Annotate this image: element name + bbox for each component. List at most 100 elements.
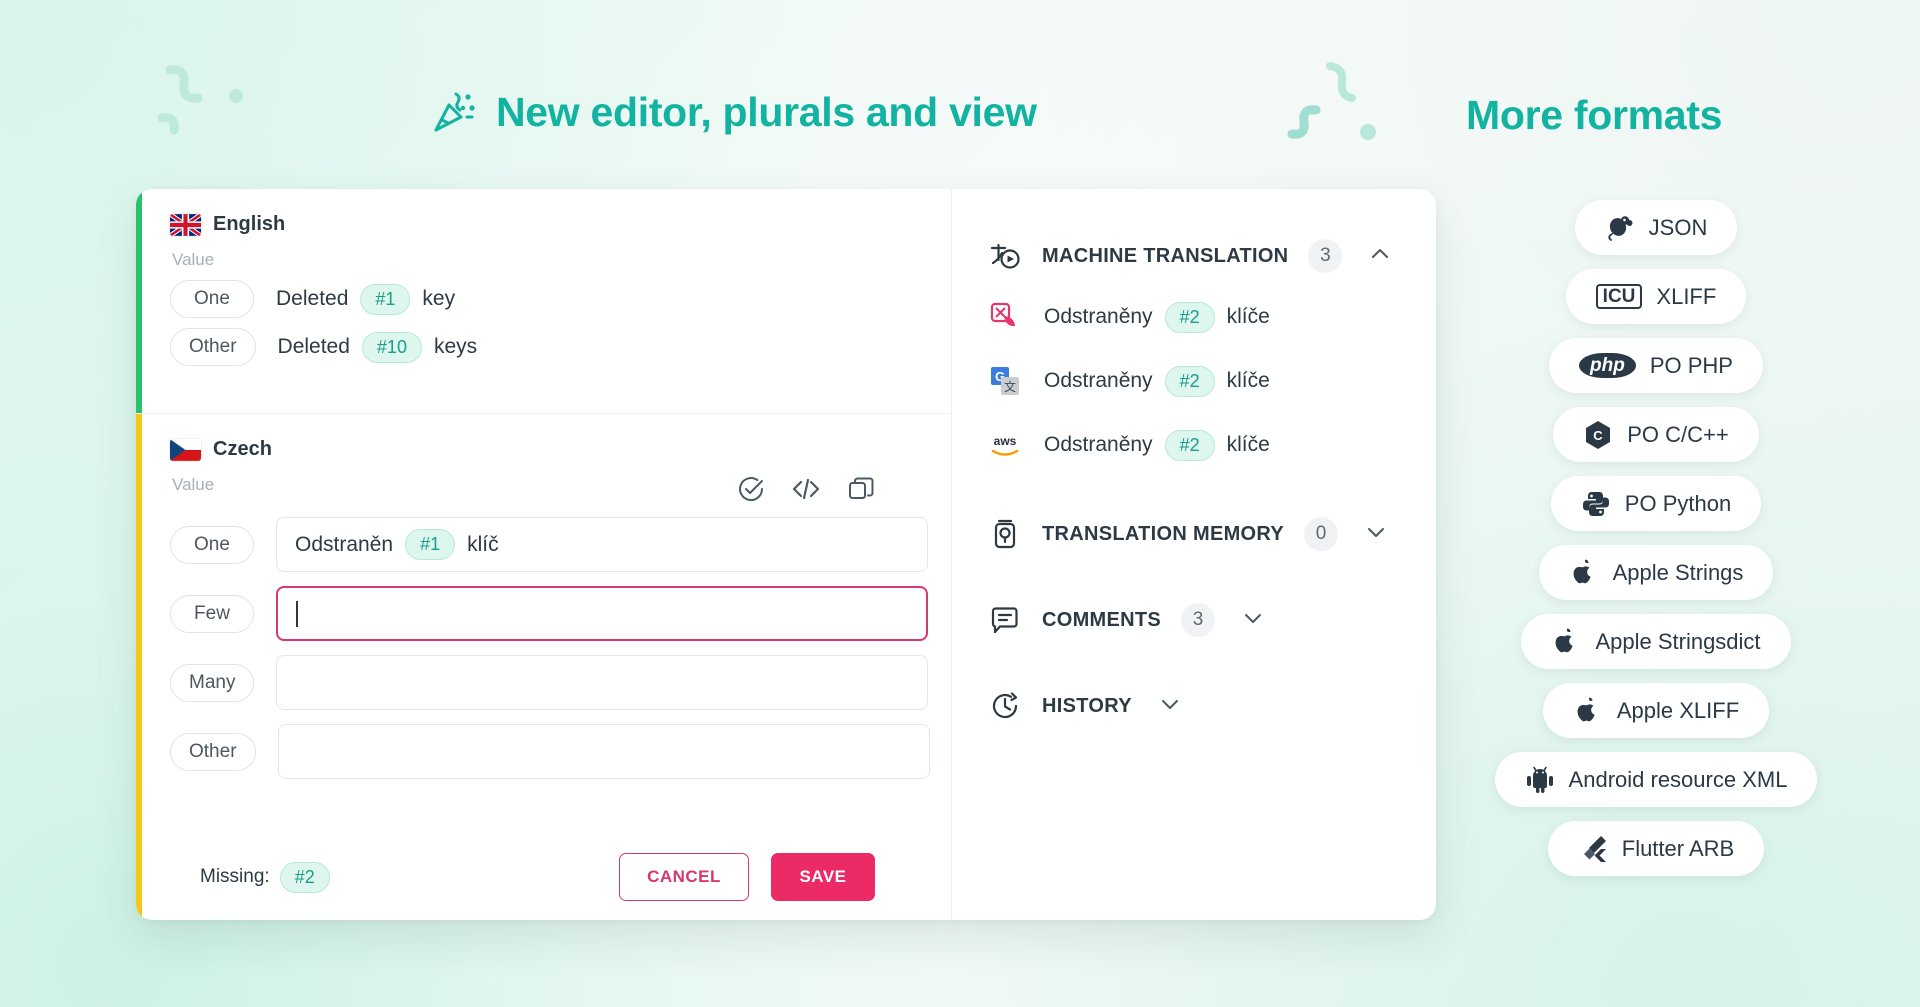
chevron-up-icon[interactable] [1368, 242, 1392, 271]
format-chip-po-php[interactable]: php PO PHP [1549, 338, 1763, 393]
apple-icon [1573, 696, 1603, 726]
translation-editor-card: English Value One Deleted #1 key Other D… [136, 189, 1436, 920]
missing-status: Missing: #2 [200, 862, 330, 893]
mt-prefix: Odstraněny [1044, 433, 1153, 457]
svg-text:C: C [1594, 428, 1604, 443]
copy-icon[interactable] [847, 475, 875, 503]
section-machine-translation[interactable]: MACHINE TRANSLATION 3 [952, 227, 1436, 285]
python-icon [1581, 489, 1611, 519]
section-translation-memory[interactable]: TRANSLATION MEMORY 0 [952, 505, 1436, 563]
spacer [952, 649, 1436, 677]
source-text-prefix: Deleted [276, 287, 348, 311]
spacer [952, 477, 1436, 505]
translation-input[interactable] [276, 655, 928, 710]
input-text-suffix: klíč [467, 533, 499, 557]
target-field-row-many: Many [170, 655, 951, 710]
source-text-suffix: key [422, 287, 455, 311]
code-brackets-icon[interactable] [791, 475, 821, 503]
mt-prefix: Odstraněny [1044, 305, 1153, 329]
save-button[interactable]: SAVE [771, 853, 875, 901]
source-plural-text: Deleted #10 keys [278, 332, 478, 363]
target-field-row-few: Few [170, 586, 951, 641]
cancel-button[interactable]: CANCEL [619, 853, 749, 901]
target-language-header: Czech [170, 438, 951, 461]
source-text-prefix: Deleted [278, 335, 350, 359]
svg-text:文: 文 [1004, 379, 1016, 394]
chevron-down-icon[interactable] [1364, 520, 1388, 549]
source-language-header: English [170, 213, 951, 236]
placeholder-token: #2 [1165, 430, 1215, 461]
party-popper-icon [430, 88, 478, 136]
target-status-bar [136, 414, 142, 920]
format-chip-apple-xliff[interactable]: Apple XLIFF [1543, 683, 1769, 738]
confetti-decor-mid [1258, 48, 1418, 178]
check-circle-icon[interactable] [737, 475, 765, 503]
c-language-icon: C [1583, 420, 1613, 450]
format-label: JSON [1649, 215, 1708, 241]
section-count-badge: 3 [1181, 603, 1215, 637]
php-badge-icon: php [1579, 353, 1636, 378]
history-clock-icon [988, 689, 1022, 723]
format-chip-po-python[interactable]: PO Python [1551, 476, 1761, 531]
format-chip-icu-xliff[interactable]: ICU XLIFF [1566, 269, 1747, 324]
format-label: Flutter ARB [1622, 836, 1734, 862]
machine-translation-item[interactable]: aws Odstraněny #2 klíče [952, 413, 1436, 477]
format-chip-apple-strings[interactable]: Apple Strings [1539, 545, 1774, 600]
editor-footer: Missing: #2 CANCEL SAVE [170, 834, 951, 920]
machine-translation-text: Odstraněny #2 klíče [1044, 302, 1270, 333]
headline-left: New editor, plurals and view [430, 88, 1037, 136]
target-language-name: Czech [213, 438, 272, 461]
machine-translation-text: Odstraněny #2 klíče [1044, 366, 1270, 397]
format-label: Apple Strings [1613, 560, 1744, 586]
confetti-decor-left [140, 40, 300, 160]
target-field-row-other: Other [170, 724, 951, 779]
section-title: TRANSLATION MEMORY [1042, 523, 1284, 546]
source-plural-row-other: Other Deleted #10 keys [170, 328, 951, 366]
aws-icon: aws [988, 428, 1022, 462]
missing-count-badge: #2 [280, 862, 330, 893]
translation-memory-icon [988, 517, 1022, 551]
flutter-icon [1578, 834, 1608, 864]
translation-input[interactable]: Odstraněn #1 klíč [276, 517, 928, 572]
translation-input-focused[interactable] [276, 586, 928, 641]
format-label: Apple Stringsdict [1595, 629, 1760, 655]
comment-icon [988, 603, 1022, 637]
input-text-prefix: Odstraněn [295, 533, 393, 557]
headline-right: More formats [1466, 92, 1722, 139]
plural-form-chip: One [170, 526, 254, 564]
chevron-down-icon[interactable] [1241, 606, 1265, 635]
section-comments[interactable]: COMMENTS 3 [952, 591, 1436, 649]
placeholder-token: #2 [1165, 366, 1215, 397]
formats-list: JSON ICU XLIFF php PO PHP C PO C/C++ [1456, 200, 1856, 876]
mt-suffix: klíče [1227, 305, 1270, 329]
source-language-block: English Value One Deleted #1 key Other D… [136, 189, 951, 414]
spacer [952, 563, 1436, 591]
machine-translation-icon [988, 239, 1022, 273]
format-chip-json[interactable]: JSON [1575, 200, 1738, 255]
section-history[interactable]: HISTORY [952, 677, 1436, 735]
source-plural-text: Deleted #1 key [276, 284, 455, 315]
source-language-name: English [213, 213, 285, 236]
plural-form-chip: One [170, 280, 254, 318]
format-chip-apple-stringsdict[interactable]: Apple Stringsdict [1521, 614, 1790, 669]
target-action-icons [737, 475, 875, 503]
section-title: COMMENTS [1042, 609, 1161, 632]
format-chip-android-resource-xml[interactable]: Android resource XML [1495, 752, 1818, 807]
placeholder-token: #1 [405, 529, 455, 560]
apple-icon [1551, 627, 1581, 657]
mt-suffix: klíče [1227, 369, 1270, 393]
machine-translation-item[interactable]: Odstraněny #2 klíče [952, 285, 1436, 349]
format-label: PO C/C++ [1627, 422, 1728, 448]
format-label: Apple XLIFF [1617, 698, 1739, 724]
translation-input[interactable] [278, 724, 930, 779]
machine-translation-item[interactable]: G 文 Odstraněny #2 klíče [952, 349, 1436, 413]
target-value-label: Value [172, 475, 214, 495]
format-chip-po-c-cpp[interactable]: C PO C/C++ [1553, 407, 1758, 462]
format-chip-flutter-arb[interactable]: Flutter ARB [1548, 821, 1764, 876]
flag-czech-icon [170, 439, 201, 461]
editor-pane: English Value One Deleted #1 key Other D… [136, 189, 952, 920]
svg-text:aws: aws [994, 434, 1017, 448]
source-status-bar [136, 189, 142, 413]
json-mouse-icon [1605, 213, 1635, 243]
chevron-down-icon[interactable] [1158, 692, 1182, 721]
